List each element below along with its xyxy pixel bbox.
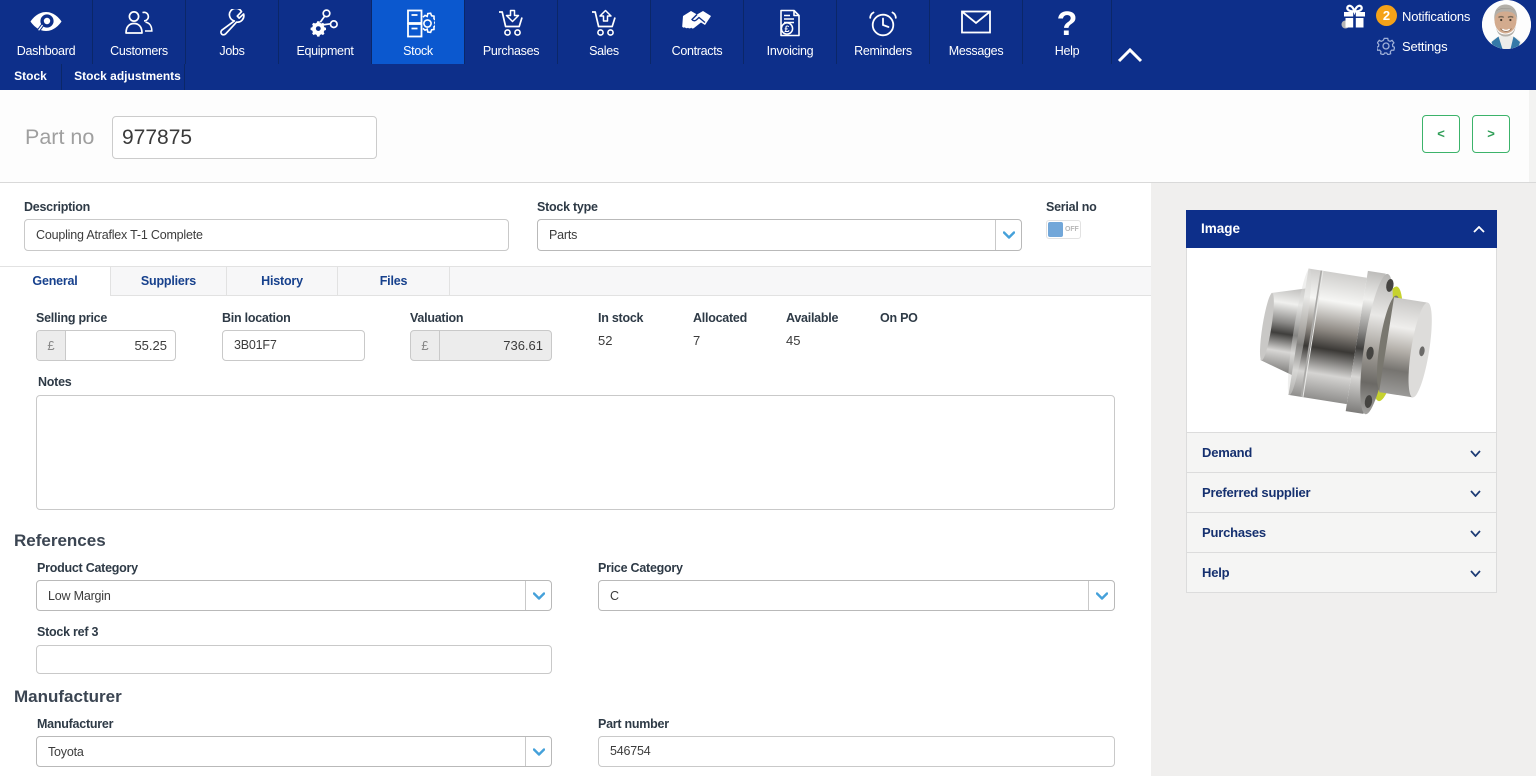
svg-text:?: ? bbox=[1057, 9, 1078, 39]
svg-text:£: £ bbox=[784, 24, 789, 34]
